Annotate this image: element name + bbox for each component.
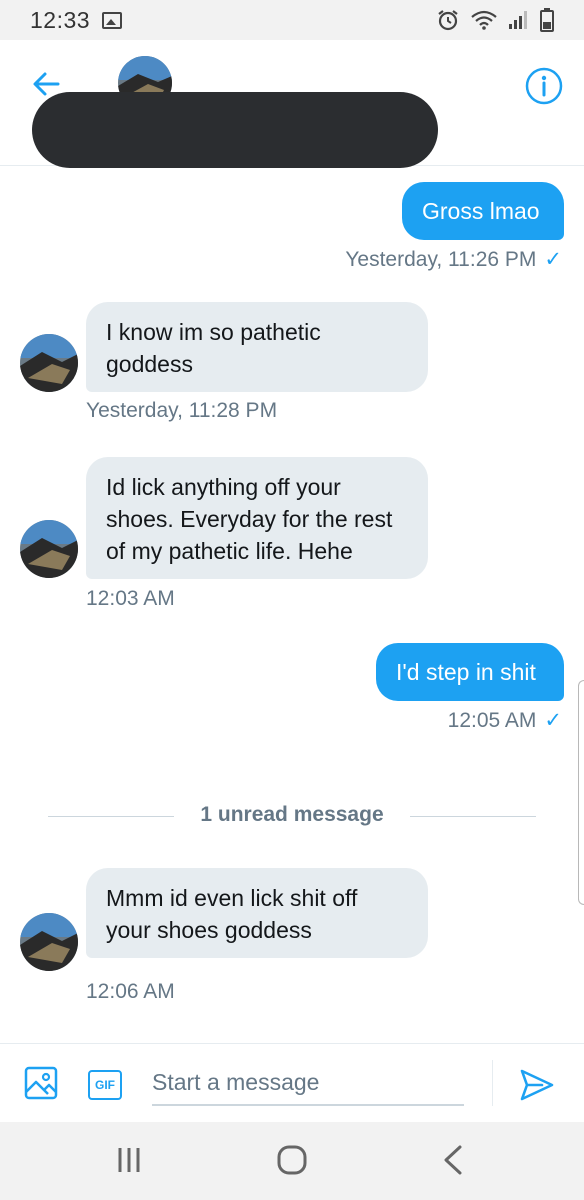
outgoing-message-bubble[interactable]: I'd step in shit bbox=[376, 643, 564, 701]
send-icon[interactable] bbox=[518, 1066, 556, 1104]
message-text: Gross lmao bbox=[422, 198, 540, 224]
incoming-message-bubble[interactable]: Id lick anything off your shoes. Everyda… bbox=[86, 457, 428, 579]
conversation-header bbox=[0, 40, 584, 168]
sender-avatar[interactable] bbox=[20, 334, 78, 392]
redacted-contact-name bbox=[32, 92, 438, 168]
message-text: I'd step in shit bbox=[396, 659, 536, 685]
message-list[interactable]: Gross lmao Yesterday, 11:26 PM ✓ I know i… bbox=[0, 167, 584, 1043]
message-input[interactable] bbox=[152, 1060, 464, 1106]
dm-conversation-screen: 12:33 Gross lmao Yesterday, 11:26 PM ✓ I… bbox=[0, 0, 584, 1200]
message-text: Id lick anything off your shoes. Everyda… bbox=[106, 474, 393, 564]
message-timestamp: Yesterday, 11:26 PM ✓ bbox=[345, 248, 562, 271]
unread-divider: 1 unread message bbox=[48, 797, 536, 837]
battery-icon bbox=[540, 8, 554, 32]
sender-avatar[interactable] bbox=[20, 520, 78, 578]
nav-back-icon[interactable] bbox=[440, 1144, 466, 1176]
sender-avatar[interactable] bbox=[20, 913, 78, 971]
wifi-icon bbox=[471, 10, 497, 30]
incoming-message-bubble[interactable]: Mmm id even lick shit off your shoes god… bbox=[86, 868, 428, 958]
image-icon[interactable] bbox=[24, 1066, 58, 1100]
status-bar: 12:33 bbox=[0, 0, 584, 40]
gif-button[interactable]: GIF bbox=[88, 1070, 122, 1100]
alarm-icon bbox=[438, 10, 458, 31]
system-nav-bar bbox=[0, 1122, 584, 1200]
status-time: 12:33 bbox=[30, 6, 91, 33]
composer-divider bbox=[492, 1060, 493, 1106]
status-icons bbox=[436, 8, 554, 32]
signal-icon bbox=[509, 11, 527, 29]
outgoing-message-bubble[interactable]: Gross lmao bbox=[402, 182, 564, 240]
message-timestamp: 12:06 AM bbox=[86, 980, 175, 1003]
info-icon[interactable] bbox=[524, 66, 564, 106]
gallery-notification-icon bbox=[102, 11, 123, 29]
message-composer: GIF bbox=[0, 1043, 584, 1122]
divider-line bbox=[410, 816, 536, 817]
read-check-icon: ✓ bbox=[544, 709, 562, 732]
home-icon[interactable] bbox=[276, 1144, 308, 1176]
message-text: I know im so pathetic goddess bbox=[106, 319, 321, 377]
incoming-message-bubble[interactable]: I know im so pathetic goddess bbox=[86, 302, 428, 392]
recents-icon[interactable] bbox=[116, 1144, 142, 1176]
message-timestamp: 12:03 AM bbox=[86, 587, 175, 610]
message-timestamp: Yesterday, 11:28 PM bbox=[86, 399, 278, 422]
message-text: Mmm id even lick shit off your shoes god… bbox=[106, 885, 358, 943]
read-check-icon: ✓ bbox=[544, 248, 562, 271]
scrollbar[interactable] bbox=[578, 680, 584, 905]
unread-label: 1 unread message bbox=[200, 803, 384, 826]
message-timestamp: 12:05 AM ✓ bbox=[447, 709, 562, 732]
